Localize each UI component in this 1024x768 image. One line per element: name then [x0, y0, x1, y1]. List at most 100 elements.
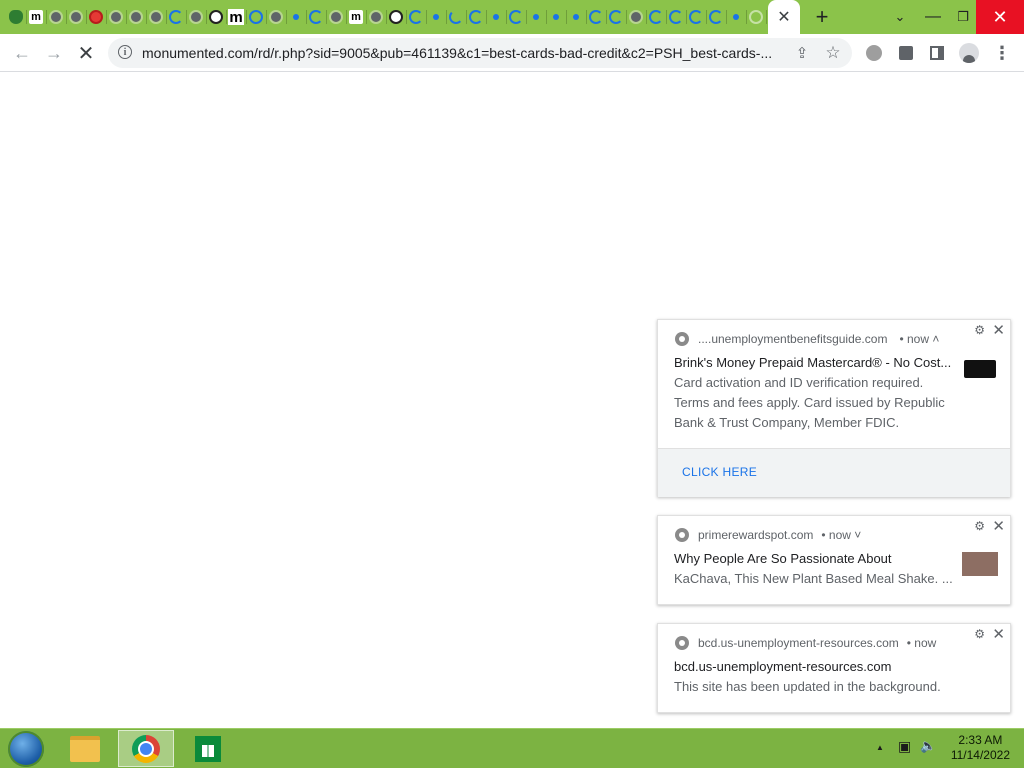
chrome-taskbar-button[interactable]: [118, 730, 174, 767]
browser-tab[interactable]: [66, 7, 87, 27]
notification-card[interactable]: primerewardspot.com • now ˅ ⚙ ✕ Why Peop…: [657, 515, 1011, 605]
browser-tab[interactable]: [486, 7, 507, 27]
browser-tab[interactable]: [446, 7, 467, 27]
notification-source: bcd.us-unemployment-resources.com: [698, 636, 899, 650]
browser-tab[interactable]: [146, 7, 167, 27]
bookmark-star-icon[interactable]: ☆: [822, 42, 844, 64]
notification-time[interactable]: • now ˄: [899, 332, 939, 346]
side-panel-icon[interactable]: [924, 40, 950, 66]
browser-tab[interactable]: m: [226, 7, 247, 27]
notification-time[interactable]: • now ˅: [821, 528, 861, 542]
window-close-button[interactable]: ✕: [976, 0, 1024, 34]
tab-strip: m m m ✕ + ⌄ — ❐ ✕: [0, 0, 1024, 34]
browser-tab[interactable]: [286, 7, 307, 27]
minimize-button[interactable]: —: [918, 0, 948, 34]
tab-favicon-icon: [189, 10, 203, 24]
tab-favicon-icon: [249, 10, 263, 24]
browser-tab[interactable]: [506, 7, 527, 27]
browser-tab[interactable]: [666, 7, 687, 27]
active-tab[interactable]: ✕: [768, 0, 800, 34]
browser-tab[interactable]: [586, 7, 607, 27]
extensions-puzzle-icon[interactable]: [893, 40, 919, 66]
start-button[interactable]: [8, 731, 44, 767]
tab-favicon-icon: m: [29, 10, 43, 24]
browser-tab[interactable]: [386, 7, 407, 27]
tab-search-button[interactable]: ⌄: [888, 0, 912, 34]
network-icon[interactable]: ▣: [898, 738, 911, 755]
close-tab-icon[interactable]: ✕: [777, 7, 790, 27]
kebab-menu-icon[interactable]: ⋮: [989, 40, 1015, 66]
new-tab-button[interactable]: +: [810, 4, 834, 29]
close-icon[interactable]: ✕: [992, 321, 1005, 339]
url-text[interactable]: monumented.com/rd/r.php?sid=9005&pub=461…: [142, 45, 782, 61]
site-info-icon[interactable]: i: [118, 45, 132, 59]
tab-favicon-icon: [689, 10, 703, 24]
back-button[interactable]: ←: [9, 40, 35, 66]
file-explorer-taskbar-button[interactable]: [57, 730, 113, 767]
chrome-icon: [675, 332, 689, 346]
forward-button[interactable]: →: [41, 40, 67, 66]
tab-favicon-icon: m: [228, 8, 244, 26]
system-clock[interactable]: 2:33 AM 11/14/2022: [951, 733, 1010, 763]
browser-tab[interactable]: [106, 7, 127, 27]
browser-tab[interactable]: m: [346, 7, 367, 27]
browser-tab[interactable]: [206, 7, 227, 27]
close-icon[interactable]: ✕: [992, 517, 1005, 535]
notification-body: This site has been updated in the backgr…: [674, 677, 941, 697]
chrome-icon: [675, 528, 689, 542]
browser-tab[interactable]: [326, 7, 347, 27]
browser-tab[interactable]: [526, 7, 547, 27]
notification-title: Why People Are So Passionate About: [674, 551, 892, 566]
settings-gear-icon[interactable]: ⚙: [974, 627, 985, 641]
store-taskbar-button[interactable]: [180, 730, 236, 767]
browser-tab[interactable]: [166, 7, 187, 27]
browser-tab[interactable]: [126, 7, 147, 27]
browser-tab[interactable]: [706, 7, 727, 27]
notification-source: primerewardspot.com: [698, 528, 814, 542]
close-icon[interactable]: ✕: [992, 625, 1005, 643]
extension-ghost-icon[interactable]: [861, 40, 887, 66]
browser-tab[interactable]: [466, 7, 487, 27]
volume-icon[interactable]: 🔈: [920, 738, 936, 754]
show-hidden-icons-arrow-icon[interactable]: ▲: [876, 743, 884, 752]
notification-card[interactable]: bcd.us-unemployment-resources.com • now …: [657, 623, 1011, 713]
browser-tab[interactable]: [6, 7, 27, 27]
browser-tab[interactable]: [746, 7, 767, 27]
browser-tab[interactable]: [646, 7, 667, 27]
browser-tab[interactable]: [546, 7, 567, 27]
browser-tab[interactable]: [426, 7, 447, 27]
browser-tab[interactable]: [306, 7, 327, 27]
restore-button[interactable]: ❐: [950, 0, 976, 34]
browser-tab[interactable]: [726, 7, 747, 27]
browser-tab[interactable]: [86, 7, 107, 27]
settings-gear-icon[interactable]: ⚙: [974, 519, 985, 533]
share-icon[interactable]: ⇪: [791, 42, 813, 64]
browser-tab[interactable]: [246, 7, 267, 27]
tab-favicon-icon: [9, 10, 23, 24]
browser-tab[interactable]: m: [26, 7, 47, 27]
stop-loading-button[interactable]: ✕: [73, 40, 99, 66]
browser-tab[interactable]: [606, 7, 627, 27]
tab-favicon-icon: [509, 10, 523, 24]
settings-gear-icon[interactable]: ⚙: [974, 323, 985, 337]
browser-tab[interactable]: [406, 7, 427, 27]
browser-tab[interactable]: [186, 7, 207, 27]
browser-tab[interactable]: [626, 7, 647, 27]
tab-favicon-icon: [553, 14, 559, 20]
browser-tab[interactable]: [686, 7, 707, 27]
browser-tab[interactable]: [366, 7, 387, 27]
browser-tab[interactable]: [566, 7, 587, 27]
tab-favicon-icon: [749, 10, 763, 24]
browser-tab[interactable]: [46, 7, 67, 27]
tab-favicon-icon: [449, 10, 463, 24]
click-here-button[interactable]: CLICK HERE: [682, 465, 757, 479]
notification-time: • now: [906, 636, 937, 650]
notification-body-line: This site has been updated in the backgr…: [674, 679, 941, 694]
profile-avatar-icon[interactable]: [956, 40, 982, 66]
notification-card[interactable]: ....unemploymentbenefitsguide.com • now …: [657, 319, 1011, 497]
address-bar[interactable]: i monumented.com/rd/r.php?sid=9005&pub=4…: [108, 38, 852, 68]
browser-toolbar: ← → ✕ i monumented.com/rd/r.php?sid=9005…: [0, 34, 1024, 72]
tab-favicon-icon: [629, 10, 643, 24]
food-thumbnail-image: [962, 552, 998, 576]
browser-tab[interactable]: [266, 7, 287, 27]
